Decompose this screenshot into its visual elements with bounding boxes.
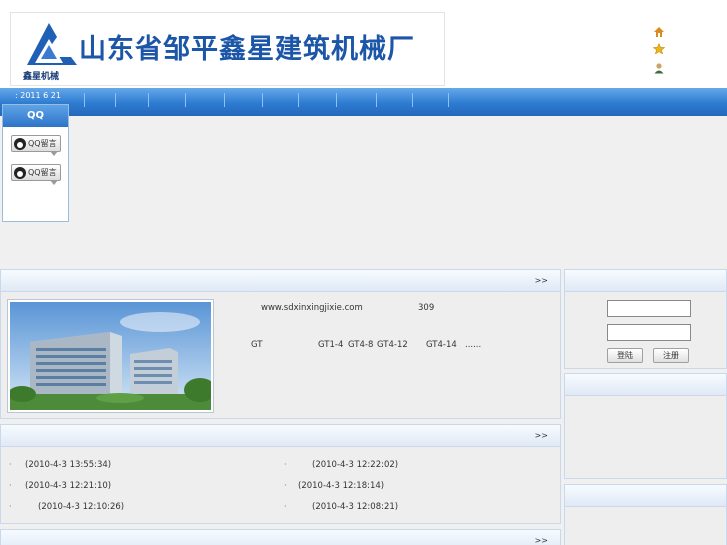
company-name: 山东省邹平鑫星建筑机械厂 xyxy=(79,34,415,65)
nav-separator xyxy=(336,93,337,107)
factory-building-image[interactable] xyxy=(7,299,214,413)
company-logo[interactable]: 鑫星机械 山东省邹平鑫星建筑机械厂 xyxy=(10,12,445,86)
current-date: : 2011 6 21 xyxy=(15,91,61,100)
nav-separator xyxy=(298,93,299,107)
intro-number: 309 xyxy=(418,303,435,313)
news-item[interactable]: (2010-4-3 12:18:14) xyxy=(298,481,384,491)
username-input[interactable] xyxy=(607,300,691,317)
panel-header: >> xyxy=(1,270,560,292)
product-model: GT4-12 xyxy=(377,340,408,350)
header: 鑫星机械 山东省邹平鑫星建筑机械厂 xyxy=(0,0,727,88)
panel-header: >> xyxy=(1,425,560,447)
products-panel: >> xyxy=(0,529,561,545)
side-info-panel xyxy=(564,373,727,479)
home-icon[interactable] xyxy=(652,25,666,39)
panel-header: >> xyxy=(1,530,560,545)
list-bullet: · xyxy=(9,481,12,490)
qq-message-label: QQ留言 xyxy=(28,139,57,148)
qq-message-label: QQ留言 xyxy=(28,168,57,177)
more-link[interactable]: >> xyxy=(535,276,548,285)
nav-separator xyxy=(376,93,377,107)
nav-separator xyxy=(84,93,85,107)
nav-separator xyxy=(115,93,116,107)
member-login-panel: 登陆 注册 xyxy=(564,269,727,369)
qq-message-button[interactable]: QQ留言 xyxy=(11,164,61,185)
company-website[interactable]: www.sdxinxingjixie.com xyxy=(261,303,363,313)
product-ellipsis: ...... xyxy=(465,340,482,350)
nav-separator xyxy=(185,93,186,107)
list-bullet: · xyxy=(284,502,287,511)
logo-caption: 鑫星机械 xyxy=(23,72,60,82)
speech-tail xyxy=(50,151,58,156)
nav-separator xyxy=(262,93,263,107)
list-bullet: · xyxy=(284,481,287,490)
news-item[interactable]: (2010-4-3 12:10:26) xyxy=(38,502,124,512)
list-bullet: · xyxy=(9,460,12,469)
list-bullet: · xyxy=(9,502,12,511)
speech-tail xyxy=(50,180,58,185)
register-button[interactable]: 注册 xyxy=(653,348,689,363)
product-model: GT1-4 xyxy=(318,340,344,350)
nav-separator xyxy=(448,93,449,107)
qq-penguin-icon xyxy=(14,137,26,150)
more-link[interactable]: >> xyxy=(535,536,548,545)
product-model: GT4-8 xyxy=(348,340,374,350)
main-nav-bar: : 2011 6 21 xyxy=(0,88,727,116)
favorite-star-icon[interactable] xyxy=(652,42,666,56)
contact-user-icon[interactable] xyxy=(652,61,666,75)
password-input[interactable] xyxy=(607,324,691,341)
panel-header xyxy=(565,270,726,292)
more-link[interactable]: >> xyxy=(535,431,548,440)
news-item[interactable]: (2010-4-3 12:22:02) xyxy=(312,460,398,470)
panel-header xyxy=(565,485,726,507)
news-item[interactable]: (2010-4-3 12:08:21) xyxy=(312,502,398,512)
qq-contact-panel: QQ QQ留言 QQ留言 xyxy=(2,104,69,222)
product-model: GT4-14 xyxy=(426,340,457,350)
nav-separator xyxy=(412,93,413,107)
product-series-prefix: GT xyxy=(251,340,263,350)
nav-separator xyxy=(148,93,149,107)
news-item[interactable]: (2010-4-3 12:21:10) xyxy=(25,481,111,491)
company-intro-panel: >> www.sdxinxingjixie.com 309 GT GT1-4 G… xyxy=(0,269,561,419)
nav-separator xyxy=(224,93,225,107)
news-panel: >> · (2010-4-3 13:55:34) · (2010-4-3 12:… xyxy=(0,424,561,524)
login-button[interactable]: 登陆 xyxy=(607,348,643,363)
qq-penguin-icon xyxy=(14,166,26,179)
news-item[interactable]: (2010-4-3 13:55:34) xyxy=(25,460,111,470)
list-bullet: · xyxy=(284,460,287,469)
qq-panel-title: QQ xyxy=(3,105,68,127)
panel-header xyxy=(565,374,726,396)
qq-message-button[interactable]: QQ留言 xyxy=(11,135,61,156)
side-contact-panel xyxy=(564,484,727,545)
